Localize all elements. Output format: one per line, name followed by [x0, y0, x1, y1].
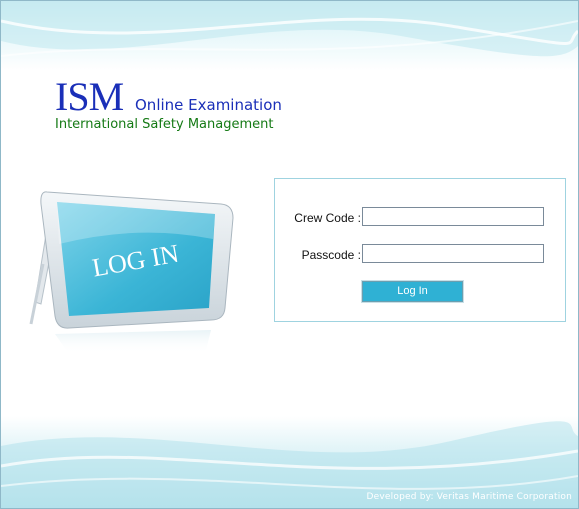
passcode-row: Passcode :: [275, 244, 565, 266]
header-wave-decoration: [1, 1, 578, 57]
login-button[interactable]: Log In: [361, 280, 464, 303]
crew-code-row: Crew Code :: [275, 207, 565, 229]
logo-subtitle: Online Examination: [135, 96, 282, 114]
logo-ism: ISM: [55, 74, 124, 119]
login-sign-illustration: LOG IN: [29, 191, 234, 354]
crew-code-label: Crew Code :: [294, 211, 361, 225]
login-form-panel: Crew Code : Passcode : Log In: [274, 178, 566, 322]
logo-tagline: International Safety Management: [55, 117, 274, 132]
developer-credit: Developed by: Veritas Maritime Corporati…: [366, 492, 572, 502]
crew-code-input[interactable]: [362, 207, 544, 226]
login-page: ISM Online Examination International Saf…: [0, 0, 579, 509]
passcode-input[interactable]: [362, 244, 544, 263]
passcode-label: Passcode :: [301, 248, 361, 262]
header-wave-band: [1, 1, 578, 71]
